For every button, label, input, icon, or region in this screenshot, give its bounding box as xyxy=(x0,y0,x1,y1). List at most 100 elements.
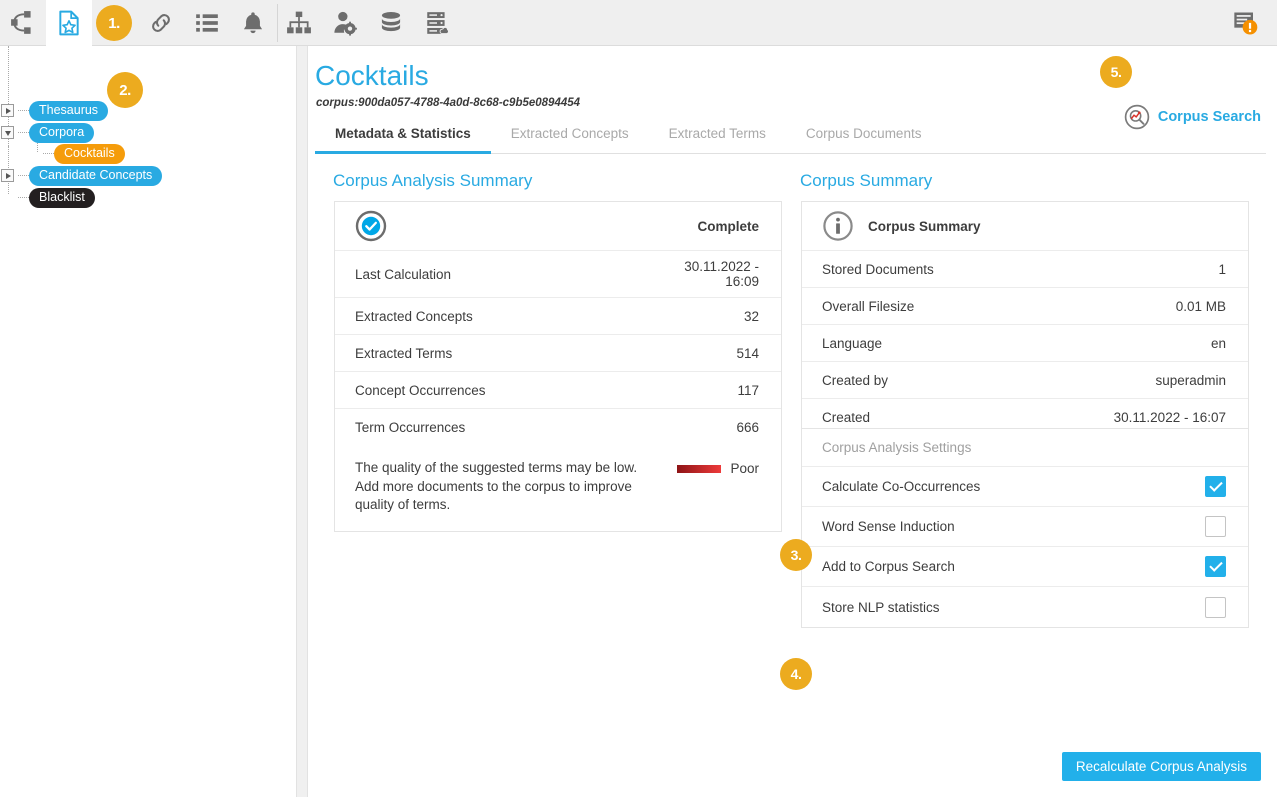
analysis-row: Extracted Concepts 32 xyxy=(335,298,781,335)
analysis-row-key: Term Occurrences xyxy=(355,420,465,435)
tree-node[interactable]: Cocktails xyxy=(26,143,125,164)
quality-rating-label: Poor xyxy=(730,460,759,479)
corpus-summary-card-title: Corpus Summary xyxy=(868,219,981,234)
analysis-row-value: 666 xyxy=(736,420,759,435)
step-marker-4: 4. xyxy=(780,658,812,690)
tree-node[interactable]: Thesaurus xyxy=(1,100,108,121)
quality-bar xyxy=(677,465,721,473)
tree-node[interactable]: Candidate Concepts xyxy=(1,165,162,186)
tree-node-label[interactable]: Candidate Concepts xyxy=(29,166,162,186)
tree-connector xyxy=(18,175,29,176)
setting-label: Add to Corpus Search xyxy=(822,559,955,574)
summary-row-key: Overall Filesize xyxy=(822,299,914,314)
setting-label: Calculate Co-Occurrences xyxy=(822,479,980,494)
corpus-summary-heading: Corpus Summary xyxy=(800,171,932,191)
corpus-analysis-summary-heading: Corpus Analysis Summary xyxy=(333,171,532,191)
summary-row: Created by superadmin xyxy=(802,362,1248,399)
setting-checkbox[interactable] xyxy=(1205,556,1226,577)
analysis-row-key: Last Calculation xyxy=(355,267,451,282)
toolbar-item-server-admin[interactable] xyxy=(414,0,460,46)
recalculate-corpus-analysis-button[interactable]: Recalculate Corpus Analysis xyxy=(1062,752,1261,781)
tree-node-label[interactable]: Thesaurus xyxy=(29,101,108,121)
setting-checkbox[interactable] xyxy=(1205,597,1226,618)
toolbar-item-log-messages[interactable] xyxy=(1223,0,1269,46)
setting-row[interactable]: Calculate Co-Occurrences xyxy=(802,467,1248,507)
analysis-row-key: Extracted Terms xyxy=(355,346,452,361)
summary-row: Overall Filesize0.01 MB xyxy=(802,288,1248,325)
tab-metadata-statistics[interactable]: Metadata & Statistics xyxy=(315,115,491,153)
page-title: Cocktails xyxy=(315,60,429,92)
setting-checkbox[interactable] xyxy=(1205,476,1226,497)
summary-row-value: 1 xyxy=(1218,262,1226,277)
toolbar-item-concept-scheme[interactable] xyxy=(0,0,46,46)
tree-node-label[interactable]: Cocktails xyxy=(54,144,125,164)
analysis-status-label: Complete xyxy=(697,219,759,234)
step-marker-3: 3. xyxy=(780,539,812,571)
tree-sidebar: ThesaurusCorporaCocktailsCandidate Conce… xyxy=(0,46,296,797)
chevron-right-icon[interactable] xyxy=(1,104,14,117)
toolbar-item-user-management[interactable] xyxy=(322,0,368,46)
analysis-row-value: 32 xyxy=(744,309,759,324)
toolbar-item-taxonomy[interactable] xyxy=(276,0,322,46)
tab-corpus-documents[interactable]: Corpus Documents xyxy=(786,115,942,153)
chevron-right-icon[interactable] xyxy=(1,169,14,182)
quality-note-row: The quality of the suggested terms may b… xyxy=(335,446,781,531)
summary-row-value: superadmin xyxy=(1155,373,1226,388)
summary-row: Language en xyxy=(802,325,1248,362)
concept-scheme-icon xyxy=(10,10,36,36)
toolbar-item-corpus-management[interactable] xyxy=(46,0,92,46)
step-marker-1: 1. xyxy=(96,5,132,41)
check-circle-icon xyxy=(355,210,387,242)
corpus-analysis-card-header: Complete xyxy=(335,202,781,251)
toolbar-item-linked-data[interactable] xyxy=(138,0,184,46)
tree-connector xyxy=(18,197,29,198)
tree-node[interactable]: Corpora xyxy=(1,122,94,143)
setting-row[interactable]: Word Sense Induction xyxy=(802,507,1248,547)
setting-row[interactable]: Add to Corpus Search xyxy=(802,547,1248,587)
analysis-row: Extracted Terms 514 xyxy=(335,335,781,372)
server-icon xyxy=(424,10,450,36)
chevron-down-icon[interactable] xyxy=(1,126,14,139)
hierarchy-icon xyxy=(286,10,312,36)
analysis-row-value: 514 xyxy=(736,346,759,361)
analysis-row-value: 30.11.2022 - 16:09 xyxy=(649,259,759,289)
corpus-analysis-settings-card: Corpus Analysis Settings Calculate Co-Oc… xyxy=(801,428,1249,628)
analysis-row-value: 117 xyxy=(737,383,759,398)
corpus-summary-card-header: Corpus Summary xyxy=(802,202,1248,251)
setting-row[interactable]: Store NLP statistics xyxy=(802,587,1248,627)
tree-connector xyxy=(43,153,54,154)
top-toolbar xyxy=(0,0,1277,46)
analysis-row: Last Calculation 30.11.2022 - 16:09 xyxy=(335,251,781,298)
tab-extracted-terms[interactable]: Extracted Terms xyxy=(649,115,786,153)
summary-row: Stored Documents 1 xyxy=(802,251,1248,288)
summary-row-key: Created by xyxy=(822,373,888,388)
analysis-row-key: Extracted Concepts xyxy=(355,309,473,324)
summary-row-key: Stored Documents xyxy=(822,262,934,277)
panel-divider[interactable] xyxy=(296,46,308,797)
summary-row-key: Language xyxy=(822,336,882,351)
tab-extracted-concepts[interactable]: Extracted Concepts xyxy=(491,115,649,153)
summary-row-value: en xyxy=(1211,336,1226,351)
bell-icon xyxy=(240,10,266,36)
corpus-uri: corpus:900da057-4788-4a0d-8c68-c9b5e0894… xyxy=(316,97,580,109)
link-icon xyxy=(148,10,174,36)
quality-note-text: The quality of the suggested terms may b… xyxy=(355,459,645,515)
user-settings-icon xyxy=(332,10,358,36)
tab-bar: Metadata & StatisticsExtracted ConceptsE… xyxy=(315,116,1266,154)
tree-node-label[interactable]: Corpora xyxy=(29,123,94,143)
list-icon xyxy=(194,10,220,36)
corpus-management-icon xyxy=(56,10,82,36)
toolbar-item-database[interactable] xyxy=(368,0,414,46)
setting-label: Store NLP statistics xyxy=(822,600,940,615)
log-warning-icon xyxy=(1232,9,1260,37)
corpus-analysis-settings-title: Corpus Analysis Settings xyxy=(802,429,1248,467)
toolbar-item-notifications[interactable] xyxy=(230,0,276,46)
tree-connector xyxy=(18,132,29,133)
tree-node[interactable]: Blacklist xyxy=(1,187,95,208)
database-icon xyxy=(378,10,404,36)
toolbar-item-lists[interactable] xyxy=(184,0,230,46)
analysis-row: Concept Occurrences117 xyxy=(335,372,781,409)
corpus-analysis-card: Complete Last Calculation 30.11.2022 - 16… xyxy=(334,201,782,532)
setting-checkbox[interactable] xyxy=(1205,516,1226,537)
tree-node-label[interactable]: Blacklist xyxy=(29,188,95,208)
